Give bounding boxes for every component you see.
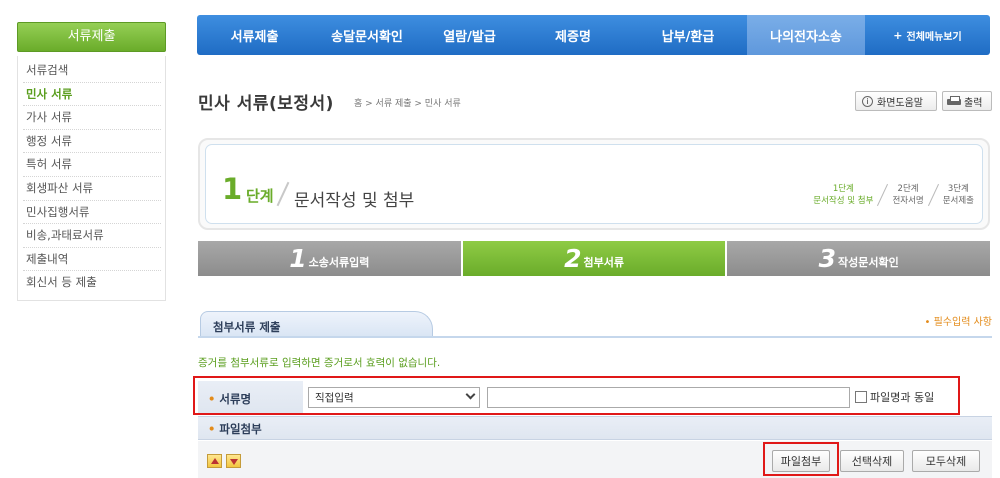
delete-selected-button[interactable]: 선택삭제	[840, 450, 904, 472]
mini-step-1-title: 1단계	[832, 184, 854, 194]
mini-step-divider	[877, 183, 889, 207]
mini-step-3: 3단계 문서제출	[943, 183, 974, 207]
sidebar-item-bankruptcy[interactable]: 회생파산 서류	[23, 177, 161, 201]
substep-attachments[interactable]: 2 첨부서류	[462, 241, 726, 276]
nav-view-issue[interactable]: 열람/발급	[422, 15, 517, 55]
sidebar-item-reply[interactable]: 회신서 등 제출	[23, 271, 161, 295]
doc-name-label: • 서류명	[198, 381, 303, 414]
arrow-up-icon	[211, 458, 219, 464]
substep-review[interactable]: 3 작성문서확인	[727, 241, 991, 276]
sidebar-item-noncontentious[interactable]: 비송,과태료서류	[23, 224, 161, 248]
help-button[interactable]: i 화면도움말	[855, 91, 937, 111]
help-button-label: 화면도움말	[877, 97, 923, 109]
step-name: 문서작성 및 첨부	[294, 191, 415, 211]
substep-label: 첨부서류	[583, 255, 624, 269]
move-down-button[interactable]	[226, 454, 241, 468]
nav-payment[interactable]: 납부/환급	[629, 15, 747, 55]
section-divider	[198, 336, 992, 338]
substep-number: 1	[289, 244, 307, 273]
same-as-filename-checkbox[interactable]	[855, 391, 867, 403]
substep-number: 2	[564, 244, 582, 273]
plus-icon: +	[893, 28, 903, 42]
mini-step-3-title: 3단계	[947, 184, 969, 194]
page-title: 민사 서류(보정서)	[198, 94, 334, 114]
nav-service-check[interactable]: 송달문서확인	[312, 15, 422, 55]
sidebar-item-civil[interactable]: 민사 서류	[23, 83, 161, 107]
top-navigation: 서류제출 송달문서확인 열람/발급 제증명 납부/환급 나의전자소송 + 전체메…	[197, 15, 990, 55]
nav-submit[interactable]: 서류제출	[197, 15, 312, 55]
mini-step-2: 2단계 전자서명	[892, 183, 923, 207]
sidebar-item-family[interactable]: 가사 서류	[23, 106, 161, 130]
substep-lawsuit-input[interactable]: 1 소송서류입력	[198, 241, 461, 276]
sidebar-item-search[interactable]: 서류검색	[23, 59, 161, 83]
step-unit: 단계	[246, 187, 274, 205]
mini-step-divider	[927, 183, 939, 207]
substep-number: 3	[818, 244, 837, 273]
substep-tabs: 1 소송서류입력 2 첨부서류 3 작성문서확인	[198, 241, 991, 276]
nav-my-lawsuit[interactable]: 나의전자소송	[747, 15, 865, 55]
bullet-icon: •	[208, 422, 216, 436]
print-button[interactable]: 출력	[942, 91, 992, 111]
section-tab: 첨부서류 제출	[200, 311, 433, 337]
evidence-notice: 증거를 첨부서류로 입력하면 증거로서 효력이 없습니다.	[198, 357, 441, 369]
sidebar-item-patent[interactable]: 특허 서류	[23, 153, 161, 177]
file-attach-label: • 파일첨부	[208, 421, 262, 437]
arrow-down-icon	[230, 459, 238, 465]
mini-step-2-desc: 전자서명	[892, 196, 924, 206]
sidebar-item-execution[interactable]: 민사집행서류	[23, 201, 161, 225]
move-up-button[interactable]	[207, 454, 222, 468]
sidebar-menu: 서류검색 민사 서류 가사 서류 행정 서류 특허 서류 회생파산 서류 민사집…	[17, 56, 166, 301]
mini-step-3-desc: 문서제출	[942, 196, 974, 206]
sidebar-header: 서류제출	[17, 22, 166, 52]
step-indicator: 1 단계 문서작성 및 첨부 1단계 문서작성 및 첨부 2단계 전자서명 3단…	[198, 138, 990, 230]
file-attach-row: • 파일첨부	[198, 416, 992, 440]
same-as-filename-option[interactable]: 파일명과 동일	[855, 389, 934, 405]
print-button-label: 출력	[964, 97, 983, 109]
doc-type-select-value: 직접입력	[315, 392, 354, 404]
step-number: 1	[222, 172, 243, 206]
mini-step-1: 1단계 문서작성 및 첨부	[813, 183, 873, 207]
same-as-filename-label: 파일명과 동일	[870, 391, 935, 404]
sidebar-item-history[interactable]: 제출내역	[23, 248, 161, 272]
doc-type-select[interactable]: 직접입력	[308, 387, 480, 408]
all-menu-label: 전체메뉴보기	[906, 31, 962, 43]
sidebar-item-administrative[interactable]: 행정 서류	[23, 130, 161, 154]
substep-label: 소송서류입력	[308, 255, 370, 269]
delete-all-button[interactable]: 모두삭제	[912, 450, 980, 472]
step-indicator-inner: 1 단계 문서작성 및 첨부 1단계 문서작성 및 첨부 2단계 전자서명 3단…	[205, 144, 983, 224]
file-attach-label-text: 파일첨부	[219, 422, 262, 436]
all-menu-button[interactable]: + 전체메뉴보기	[865, 15, 990, 55]
file-action-row: 파일첨부 선택삭제 모두삭제	[198, 441, 992, 478]
required-note: • 필수입력 사항	[924, 317, 992, 328]
mini-steps: 1단계 문서작성 및 첨부 2단계 전자서명 3단계 문서제출	[813, 183, 974, 207]
bullet-icon: •	[208, 392, 216, 406]
doc-name-label-text: 서류명	[219, 392, 252, 406]
doc-name-input[interactable]	[487, 387, 850, 408]
mini-step-2-title: 2단계	[897, 184, 919, 194]
doc-name-row: • 서류명 직접입력 파일명과 동일	[198, 381, 992, 414]
page: 서류제출 서류검색 민사 서류 가사 서류 행정 서류 특허 서류 회생파산 서…	[0, 0, 1000, 478]
chevron-down-icon	[465, 389, 476, 400]
printer-icon	[947, 96, 961, 106]
step-divider	[276, 181, 290, 207]
substep-label: 작성문서확인	[838, 255, 899, 269]
mini-step-1-desc: 문서작성 및 첨부	[813, 196, 874, 206]
attach-file-button[interactable]: 파일첨부	[772, 450, 830, 472]
nav-certificate[interactable]: 제증명	[517, 15, 629, 55]
info-icon: i	[862, 95, 873, 107]
breadcrumb: 홈 > 서류 제출 > 민사 서류	[354, 99, 461, 109]
